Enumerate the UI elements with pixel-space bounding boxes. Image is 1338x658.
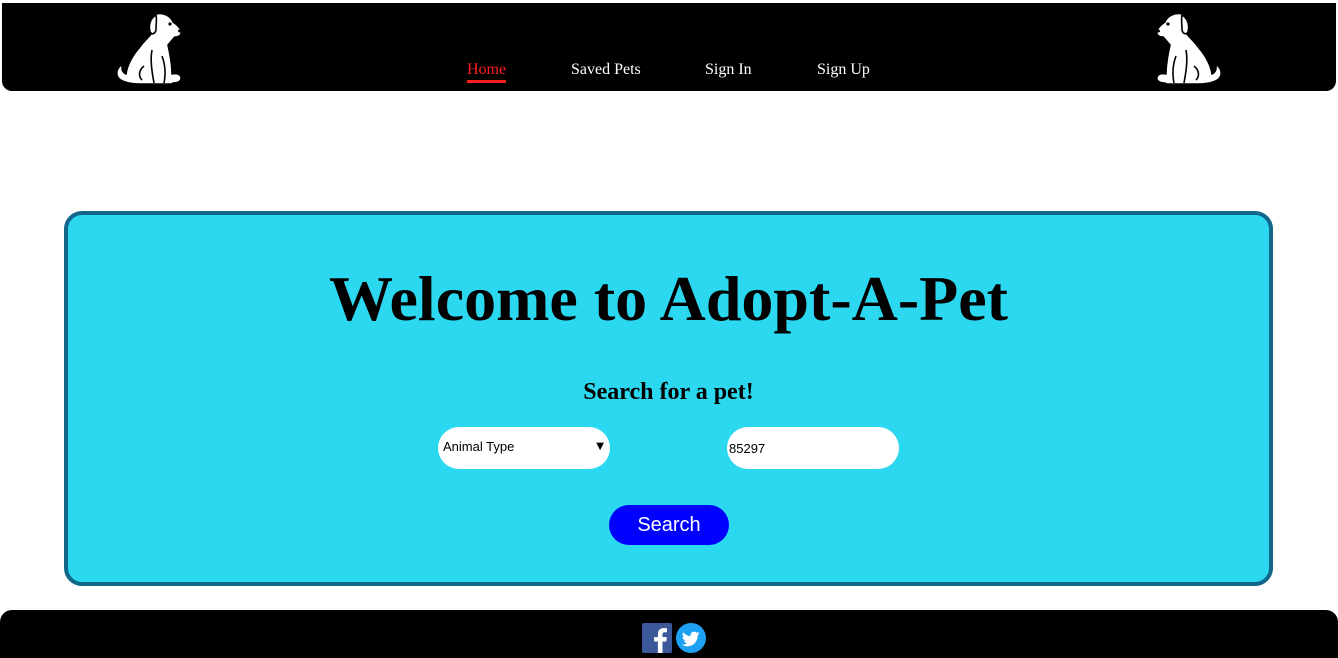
nav-links: Home Saved Pets Sign In Sign Up: [2, 61, 1336, 85]
search-hero: Welcome to Adopt-A-Pet Search for a pet!…: [64, 211, 1273, 586]
nav-link-sign-up[interactable]: Sign Up: [817, 61, 870, 79]
facebook-icon[interactable]: [642, 623, 672, 653]
search-subtitle: Search for a pet!: [583, 379, 754, 405]
nav-link-sign-in[interactable]: Sign In: [705, 61, 752, 79]
dropdown-arrow-icon: ▼: [596, 441, 604, 452]
animal-type-selected-value: Animal Type: [443, 439, 515, 454]
navbar: Home Saved Pets Sign In Sign Up: [2, 3, 1336, 91]
nav-link-home[interactable]: Home: [467, 61, 507, 83]
animal-type-select[interactable]: Animal Type ▼: [438, 427, 610, 469]
sitting-dog-icon: [1156, 12, 1222, 85]
zip-code-input[interactable]: [727, 427, 899, 469]
search-button[interactable]: Search: [609, 505, 729, 545]
twitter-icon[interactable]: [676, 623, 706, 653]
footer: [0, 610, 1338, 658]
nav-link-saved-pets[interactable]: Saved Pets: [571, 61, 641, 79]
page-title: Welcome to Adopt-A-Pet: [329, 263, 1008, 334]
